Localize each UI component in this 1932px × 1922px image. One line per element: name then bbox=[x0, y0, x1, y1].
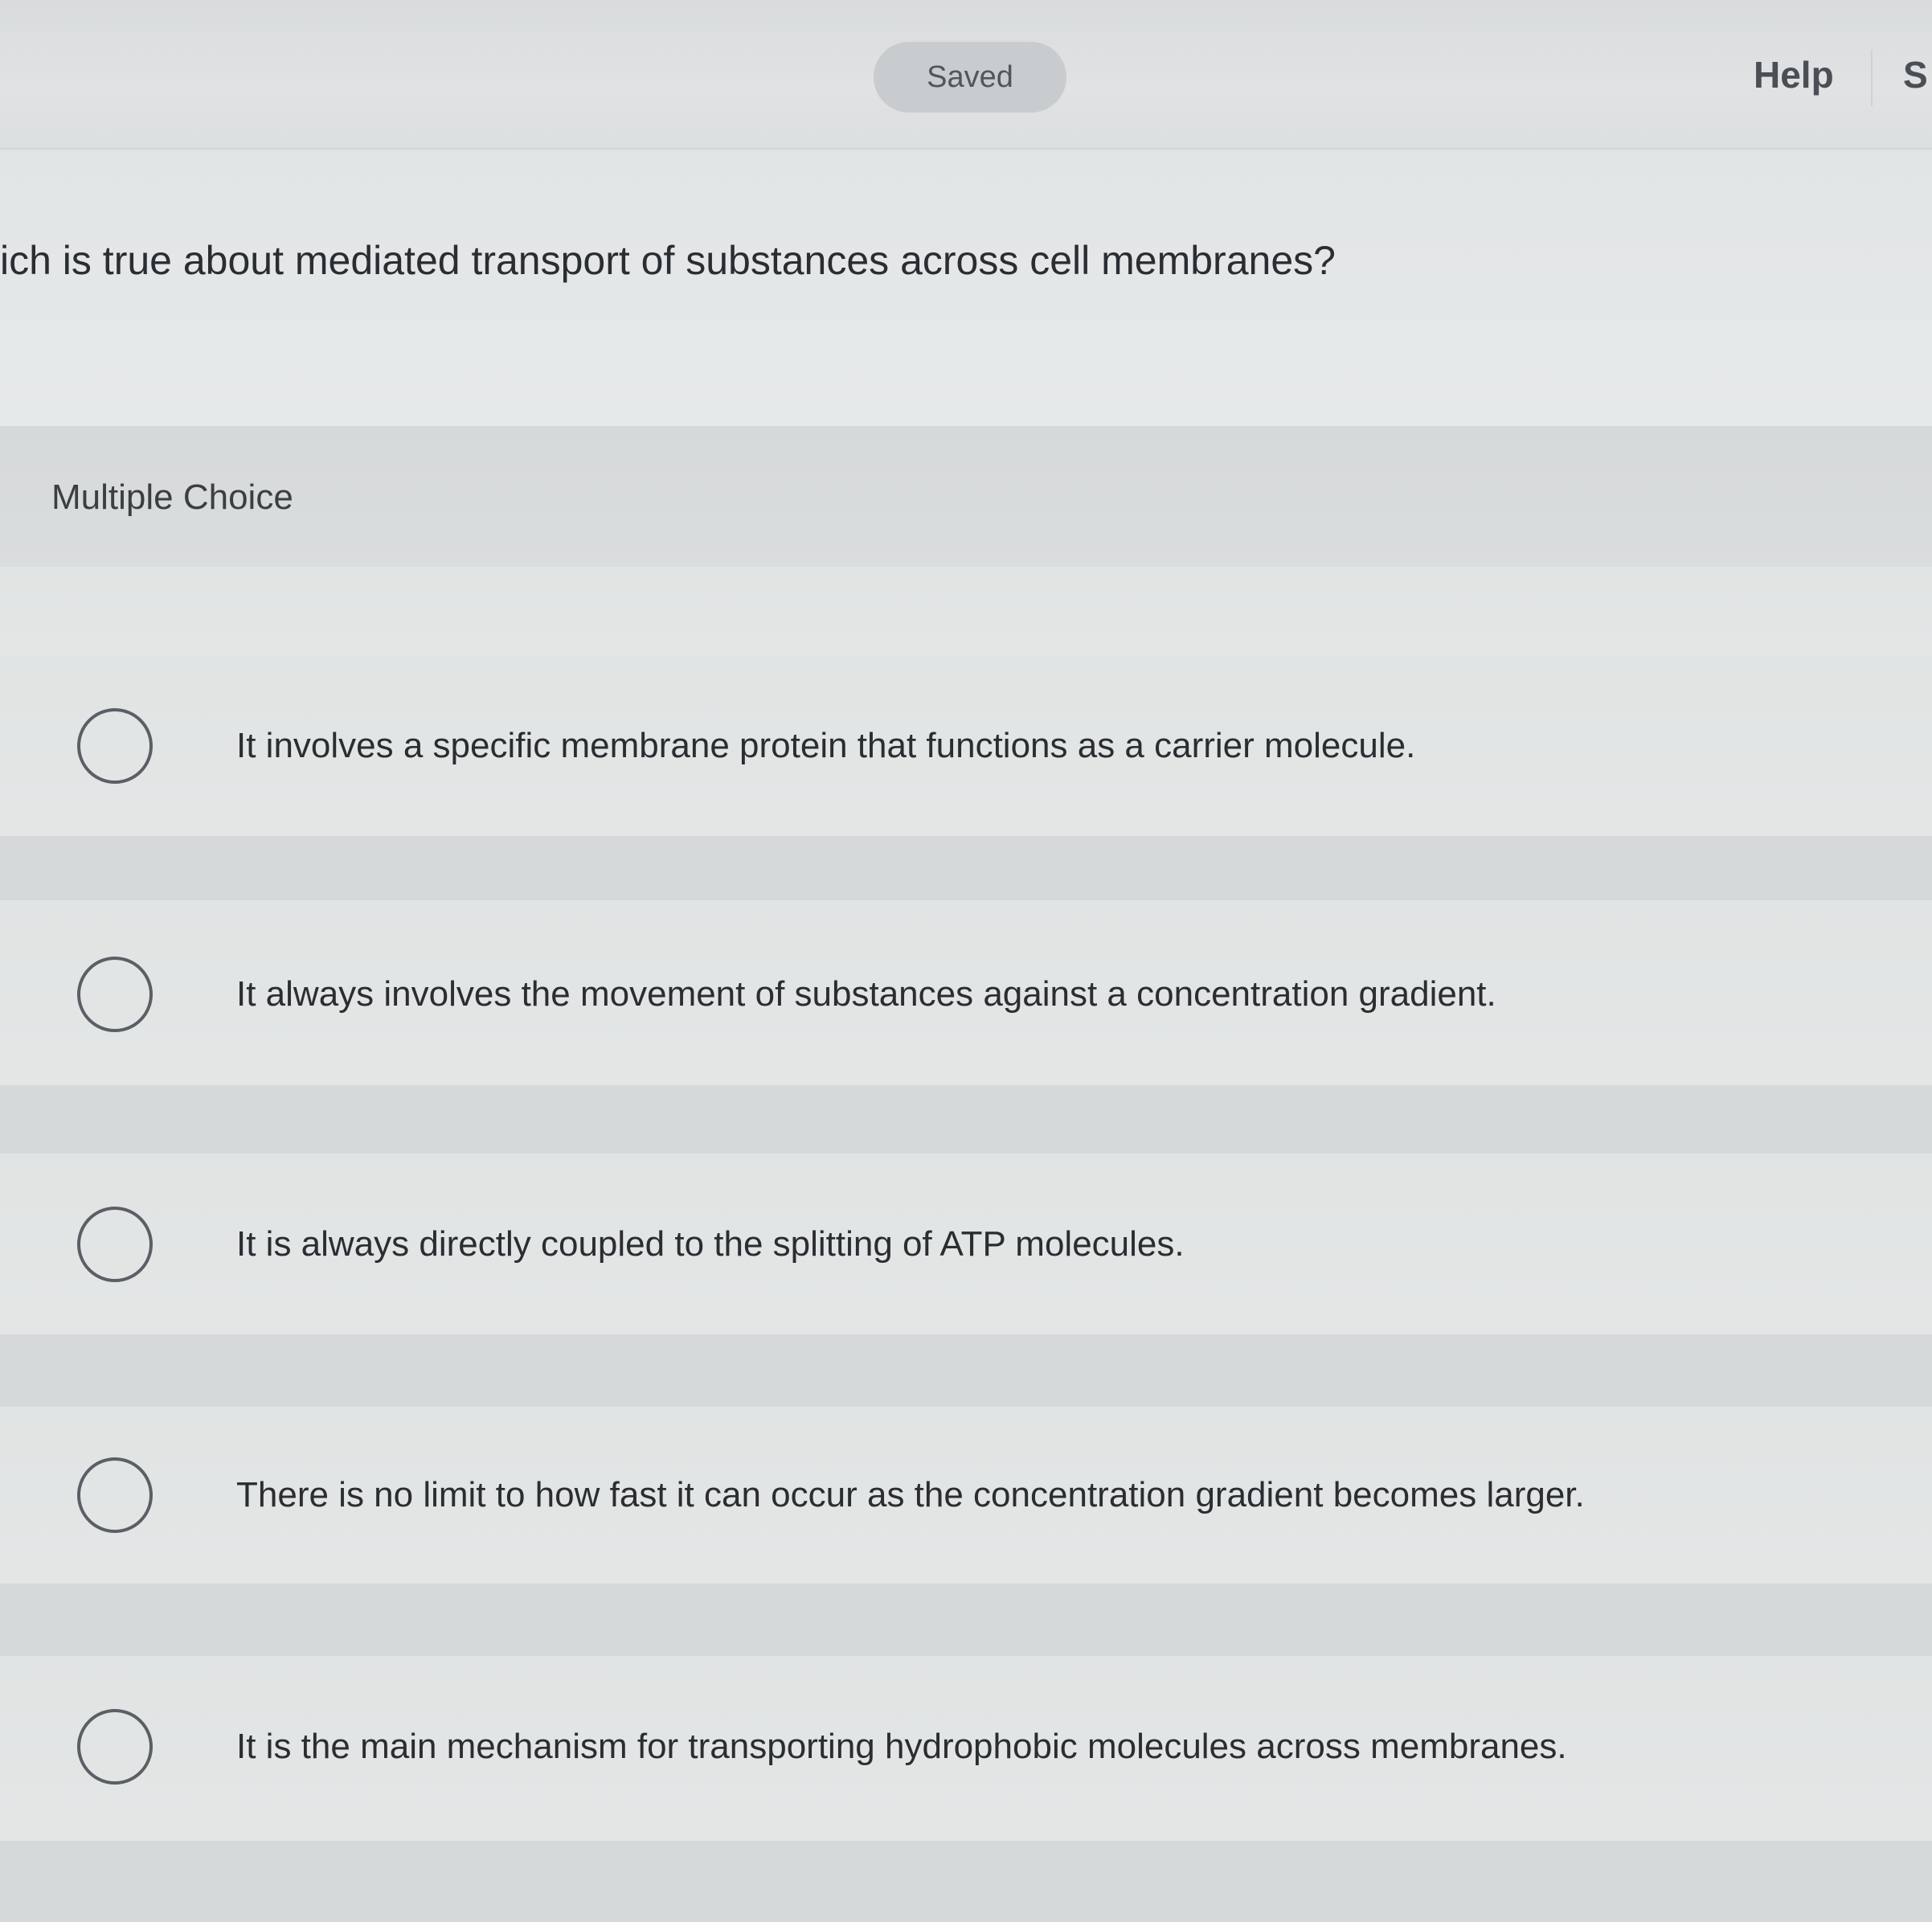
option-label[interactable]: It is the main mechanism for transportin… bbox=[236, 1727, 1567, 1767]
radio-button[interactable] bbox=[77, 708, 153, 784]
answer-option[interactable]: There is no limit to how fast it can occ… bbox=[0, 1451, 1932, 1539]
option-label[interactable]: There is no limit to how fast it can occ… bbox=[236, 1475, 1585, 1515]
spacer-band bbox=[0, 1334, 1932, 1407]
radio-button[interactable] bbox=[77, 1457, 153, 1533]
answer-option[interactable]: It involves a specific membrane protein … bbox=[0, 702, 1932, 790]
question-type-label: Multiple Choice bbox=[51, 477, 293, 517]
answer-option[interactable]: It always involves the movement of subst… bbox=[0, 950, 1932, 1039]
saved-status-badge: Saved bbox=[874, 42, 1066, 113]
spacer-band bbox=[0, 1584, 1932, 1656]
radio-button[interactable] bbox=[77, 957, 153, 1032]
spacer-band bbox=[0, 1085, 1932, 1154]
answer-option[interactable]: It is always directly coupled to the spl… bbox=[0, 1200, 1932, 1289]
option-label[interactable]: It always involves the movement of subst… bbox=[236, 974, 1496, 1014]
option-label[interactable]: It is always directly coupled to the spl… bbox=[236, 1224, 1185, 1264]
quiz-page: Saved Help S ich is true about mediated … bbox=[0, 0, 1932, 1922]
radio-button[interactable] bbox=[77, 1709, 153, 1785]
question-area bbox=[0, 151, 1932, 426]
question-text: ich is true about mediated transport of … bbox=[0, 238, 1336, 283]
answer-option[interactable]: It is the main mechanism for transportin… bbox=[0, 1703, 1932, 1791]
spacer-band bbox=[0, 567, 1932, 655]
radio-button[interactable] bbox=[77, 1207, 153, 1282]
top-bar: Saved Help S bbox=[0, 0, 1932, 150]
option-label[interactable]: It involves a specific membrane protein … bbox=[236, 726, 1415, 766]
spacer-band bbox=[0, 836, 1932, 900]
help-link[interactable]: Help bbox=[1754, 53, 1834, 96]
spacer-band bbox=[0, 1841, 1932, 1922]
header-cut-off-link[interactable]: S bbox=[1903, 53, 1928, 96]
header-divider bbox=[1871, 50, 1873, 106]
